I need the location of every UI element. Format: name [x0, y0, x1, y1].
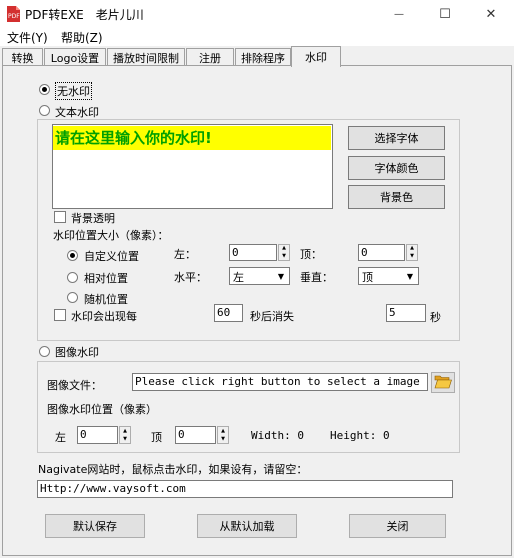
- seconds-unit-label: 秒: [430, 311, 441, 324]
- menu-file[interactable]: 文件(Y): [7, 29, 48, 46]
- disappear-seconds-input[interactable]: 5: [386, 304, 426, 322]
- image-watermark-label: 图像水印: [55, 346, 99, 359]
- vertical-select[interactable]: 顶 ▼: [358, 267, 419, 285]
- spin-down-icon: ▼: [410, 252, 414, 259]
- spin-down-icon: ▼: [282, 252, 286, 259]
- text-watermark-label: 文本水印: [55, 106, 99, 119]
- image-top-label: 顶: [151, 431, 162, 444]
- close-button[interactable]: 关闭: [349, 514, 446, 538]
- no-watermark-radio[interactable]: [39, 84, 50, 95]
- image-file-input[interactable]: Please click right button to select a im…: [132, 373, 428, 391]
- folder-open-icon: [434, 374, 452, 392]
- horizontal-select[interactable]: 左 ▼: [229, 267, 290, 285]
- window-title: PDF转EXE 老片儿川: [25, 8, 144, 22]
- tab-logo-settings[interactable]: Logo设置: [44, 48, 106, 66]
- image-top-spinner[interactable]: ▲ ▼: [217, 426, 229, 444]
- appear-every-checkbox[interactable]: [54, 309, 66, 321]
- navigate-url-input[interactable]: Http://www.vaysoft.com: [37, 480, 453, 498]
- vertical-label: 垂直：: [300, 271, 333, 284]
- position-size-label: 水印位置大小（像素）：: [53, 229, 169, 242]
- spin-up-icon: ▲: [123, 427, 127, 434]
- maximize-icon: ☐: [439, 6, 451, 22]
- image-watermark-radio[interactable]: [39, 346, 50, 357]
- left-label: 左：: [174, 248, 196, 261]
- spin-up-icon: ▲: [282, 245, 286, 252]
- image-left-input[interactable]: 0: [77, 426, 118, 444]
- top-spinner[interactable]: ▲ ▼: [406, 244, 418, 261]
- image-left-label: 左: [55, 431, 66, 444]
- tab-watermark[interactable]: 水印: [291, 46, 341, 67]
- custom-position-radio[interactable]: [67, 250, 78, 261]
- appear-every-label: 水印会出现每: [71, 310, 137, 323]
- custom-position-label: 自定义位置: [84, 250, 139, 263]
- left-spinner[interactable]: ▲ ▼: [278, 244, 290, 261]
- tab-exclude-programs[interactable]: 排除程序: [235, 48, 291, 66]
- menu-bar: 文件(Y) 帮助(Z): [0, 28, 514, 46]
- disappear-after-label: 秒后消失: [250, 310, 294, 323]
- spin-down-icon: ▼: [221, 435, 225, 442]
- relative-position-label: 相对位置: [84, 272, 128, 285]
- image-left-spinner[interactable]: ▲ ▼: [119, 426, 131, 444]
- spin-up-icon: ▲: [410, 245, 414, 252]
- no-watermark-label: 无水印: [55, 82, 92, 100]
- maximize-button[interactable]: ☐: [422, 0, 468, 28]
- title-bar: PDF PDF转EXE 老片儿川 — ☐ ✕: [0, 0, 514, 28]
- minimize-icon: —: [394, 8, 404, 20]
- image-position-label: 图像水印位置（像素）: [47, 403, 157, 416]
- svg-text:PDF: PDF: [8, 13, 20, 20]
- horizontal-value: 左: [233, 271, 244, 284]
- relative-position-radio[interactable]: [67, 272, 78, 283]
- load-default-button[interactable]: 从默认加载: [197, 514, 297, 538]
- menu-help[interactable]: 帮助(Z): [61, 29, 103, 46]
- browse-image-button[interactable]: [431, 372, 455, 393]
- horizontal-label: 水平：: [174, 271, 207, 284]
- tab-convert[interactable]: 转换: [2, 48, 43, 66]
- chevron-down-icon: ▼: [406, 271, 414, 281]
- vertical-value: 顶: [362, 271, 373, 284]
- top-label: 顶：: [300, 248, 322, 261]
- image-width-label: Width: 0: [251, 429, 304, 442]
- tab-register[interactable]: 注册: [186, 48, 234, 66]
- random-position-label: 随机位置: [84, 293, 128, 306]
- chevron-down-icon: ▼: [277, 271, 285, 281]
- save-default-button[interactable]: 默认保存: [45, 514, 145, 538]
- select-font-button[interactable]: 选择字体: [348, 126, 445, 150]
- text-watermark-radio[interactable]: [39, 105, 50, 116]
- transparent-bg-checkbox[interactable]: [54, 211, 66, 223]
- top-input[interactable]: 0: [358, 244, 405, 261]
- close-icon: ✕: [485, 6, 497, 22]
- background-color-button[interactable]: 背景色: [348, 185, 445, 209]
- spin-up-icon: ▲: [221, 427, 225, 434]
- image-file-label: 图像文件：: [47, 379, 102, 392]
- tab-strip: 转换 Logo设置 播放时间限制 注册 排除程序 水印: [0, 46, 514, 67]
- tab-playtime-limit[interactable]: 播放时间限制: [107, 48, 185, 66]
- image-height-label: Height: 0: [330, 429, 390, 442]
- random-position-radio[interactable]: [67, 292, 78, 303]
- transparent-bg-label: 背景透明: [71, 212, 115, 225]
- close-window-button[interactable]: ✕: [468, 0, 514, 28]
- appear-seconds-input[interactable]: 60: [214, 304, 243, 322]
- left-input[interactable]: 0: [229, 244, 277, 261]
- spin-down-icon: ▼: [123, 435, 127, 442]
- minimize-button[interactable]: —: [376, 0, 422, 28]
- font-color-button[interactable]: 字体颜色: [348, 156, 445, 180]
- pdf-app-icon: PDF: [6, 6, 20, 22]
- image-top-input[interactable]: 0: [175, 426, 216, 444]
- navigate-label: Nagivate网站时，鼠标点击水印，如果设有，请留空：: [38, 463, 308, 476]
- watermark-text: 请在这里输入你的水印!: [53, 126, 331, 150]
